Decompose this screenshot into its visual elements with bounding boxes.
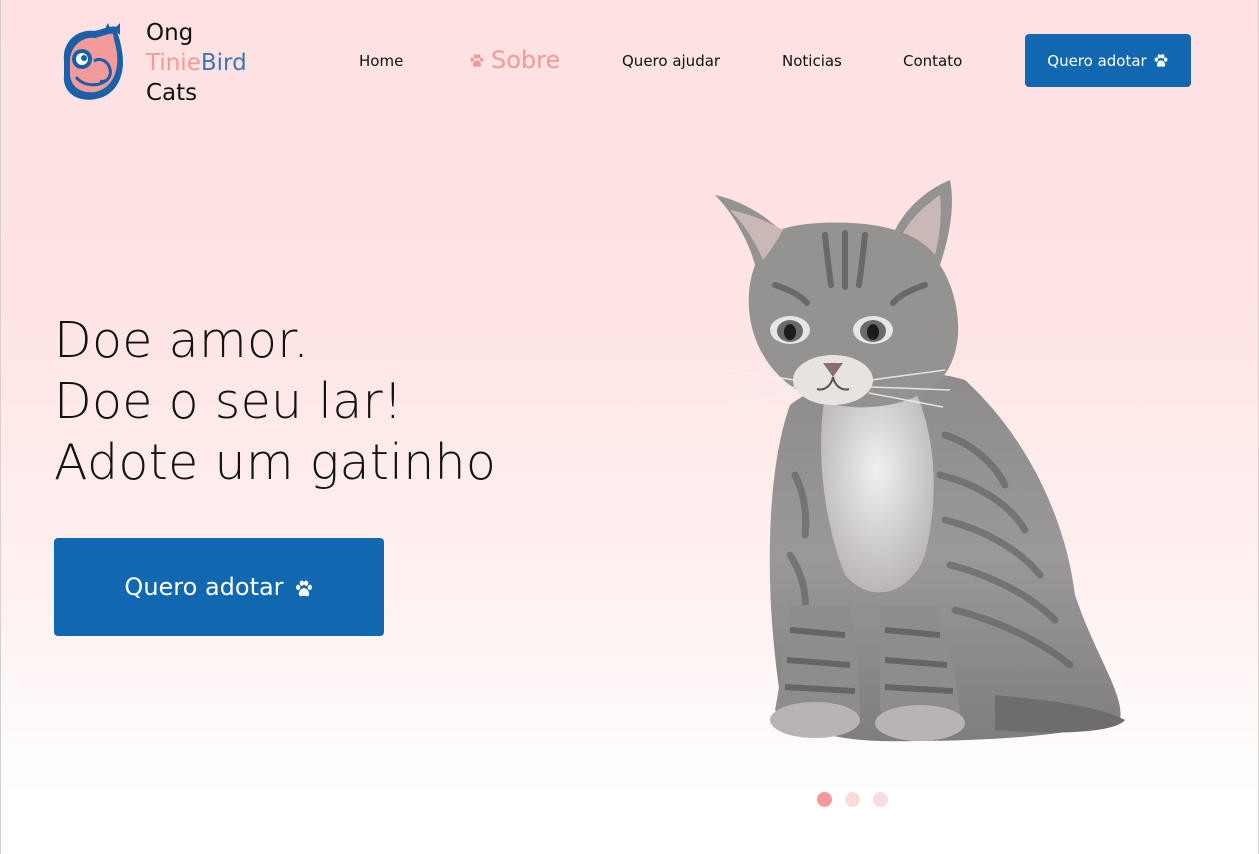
nav-sobre-label: Sobre — [491, 46, 561, 74]
paw-icon — [470, 54, 484, 67]
nav-noticias[interactable]: Noticias — [782, 42, 842, 80]
hero-headline: Doe amor. Doe o seu lar! Adote um gatinh… — [54, 310, 496, 493]
brand-line-3: Cats — [146, 80, 198, 106]
header-adopt-label: Quero adotar — [1047, 51, 1147, 70]
nav-contato[interactable]: Contato — [903, 42, 962, 80]
nav-quero-ajudar[interactable]: Quero ajudar — [622, 42, 720, 80]
nav-home[interactable]: Home — [359, 42, 403, 80]
header-adopt-button[interactable]: Quero adotar — [1025, 34, 1191, 87]
nav-sobre[interactable]: Sobre — [469, 41, 560, 79]
brand-tinie: Tinie — [146, 50, 201, 76]
paw-icon — [1154, 53, 1168, 67]
paw-icon — [295, 580, 312, 597]
hero-adopt-label: Quero adotar — [124, 573, 284, 601]
carousel-dot-1[interactable] — [817, 792, 832, 807]
carousel-dots — [817, 792, 888, 807]
cat-logo-icon — [63, 23, 123, 100]
kitten-image — [715, 180, 1125, 742]
brand-line-2: TinieBird — [146, 48, 247, 78]
hero-line-2: Doe o seu lar! — [54, 373, 403, 430]
carousel-dot-3[interactable] — [873, 792, 888, 807]
hero-line-3: Adote um gatinho — [54, 434, 497, 491]
brand-name: Ong TinieBird Cats — [146, 18, 247, 108]
hero-adopt-button[interactable]: Quero adotar — [54, 538, 384, 636]
brand-line-1: Ong — [146, 20, 194, 46]
hero-line-1: Doe amor. — [54, 312, 310, 369]
carousel-dot-2[interactable] — [845, 792, 860, 807]
brand-bird: Bird — [200, 50, 247, 76]
brand-logo[interactable]: Ong TinieBird Cats — [56, 18, 247, 108]
